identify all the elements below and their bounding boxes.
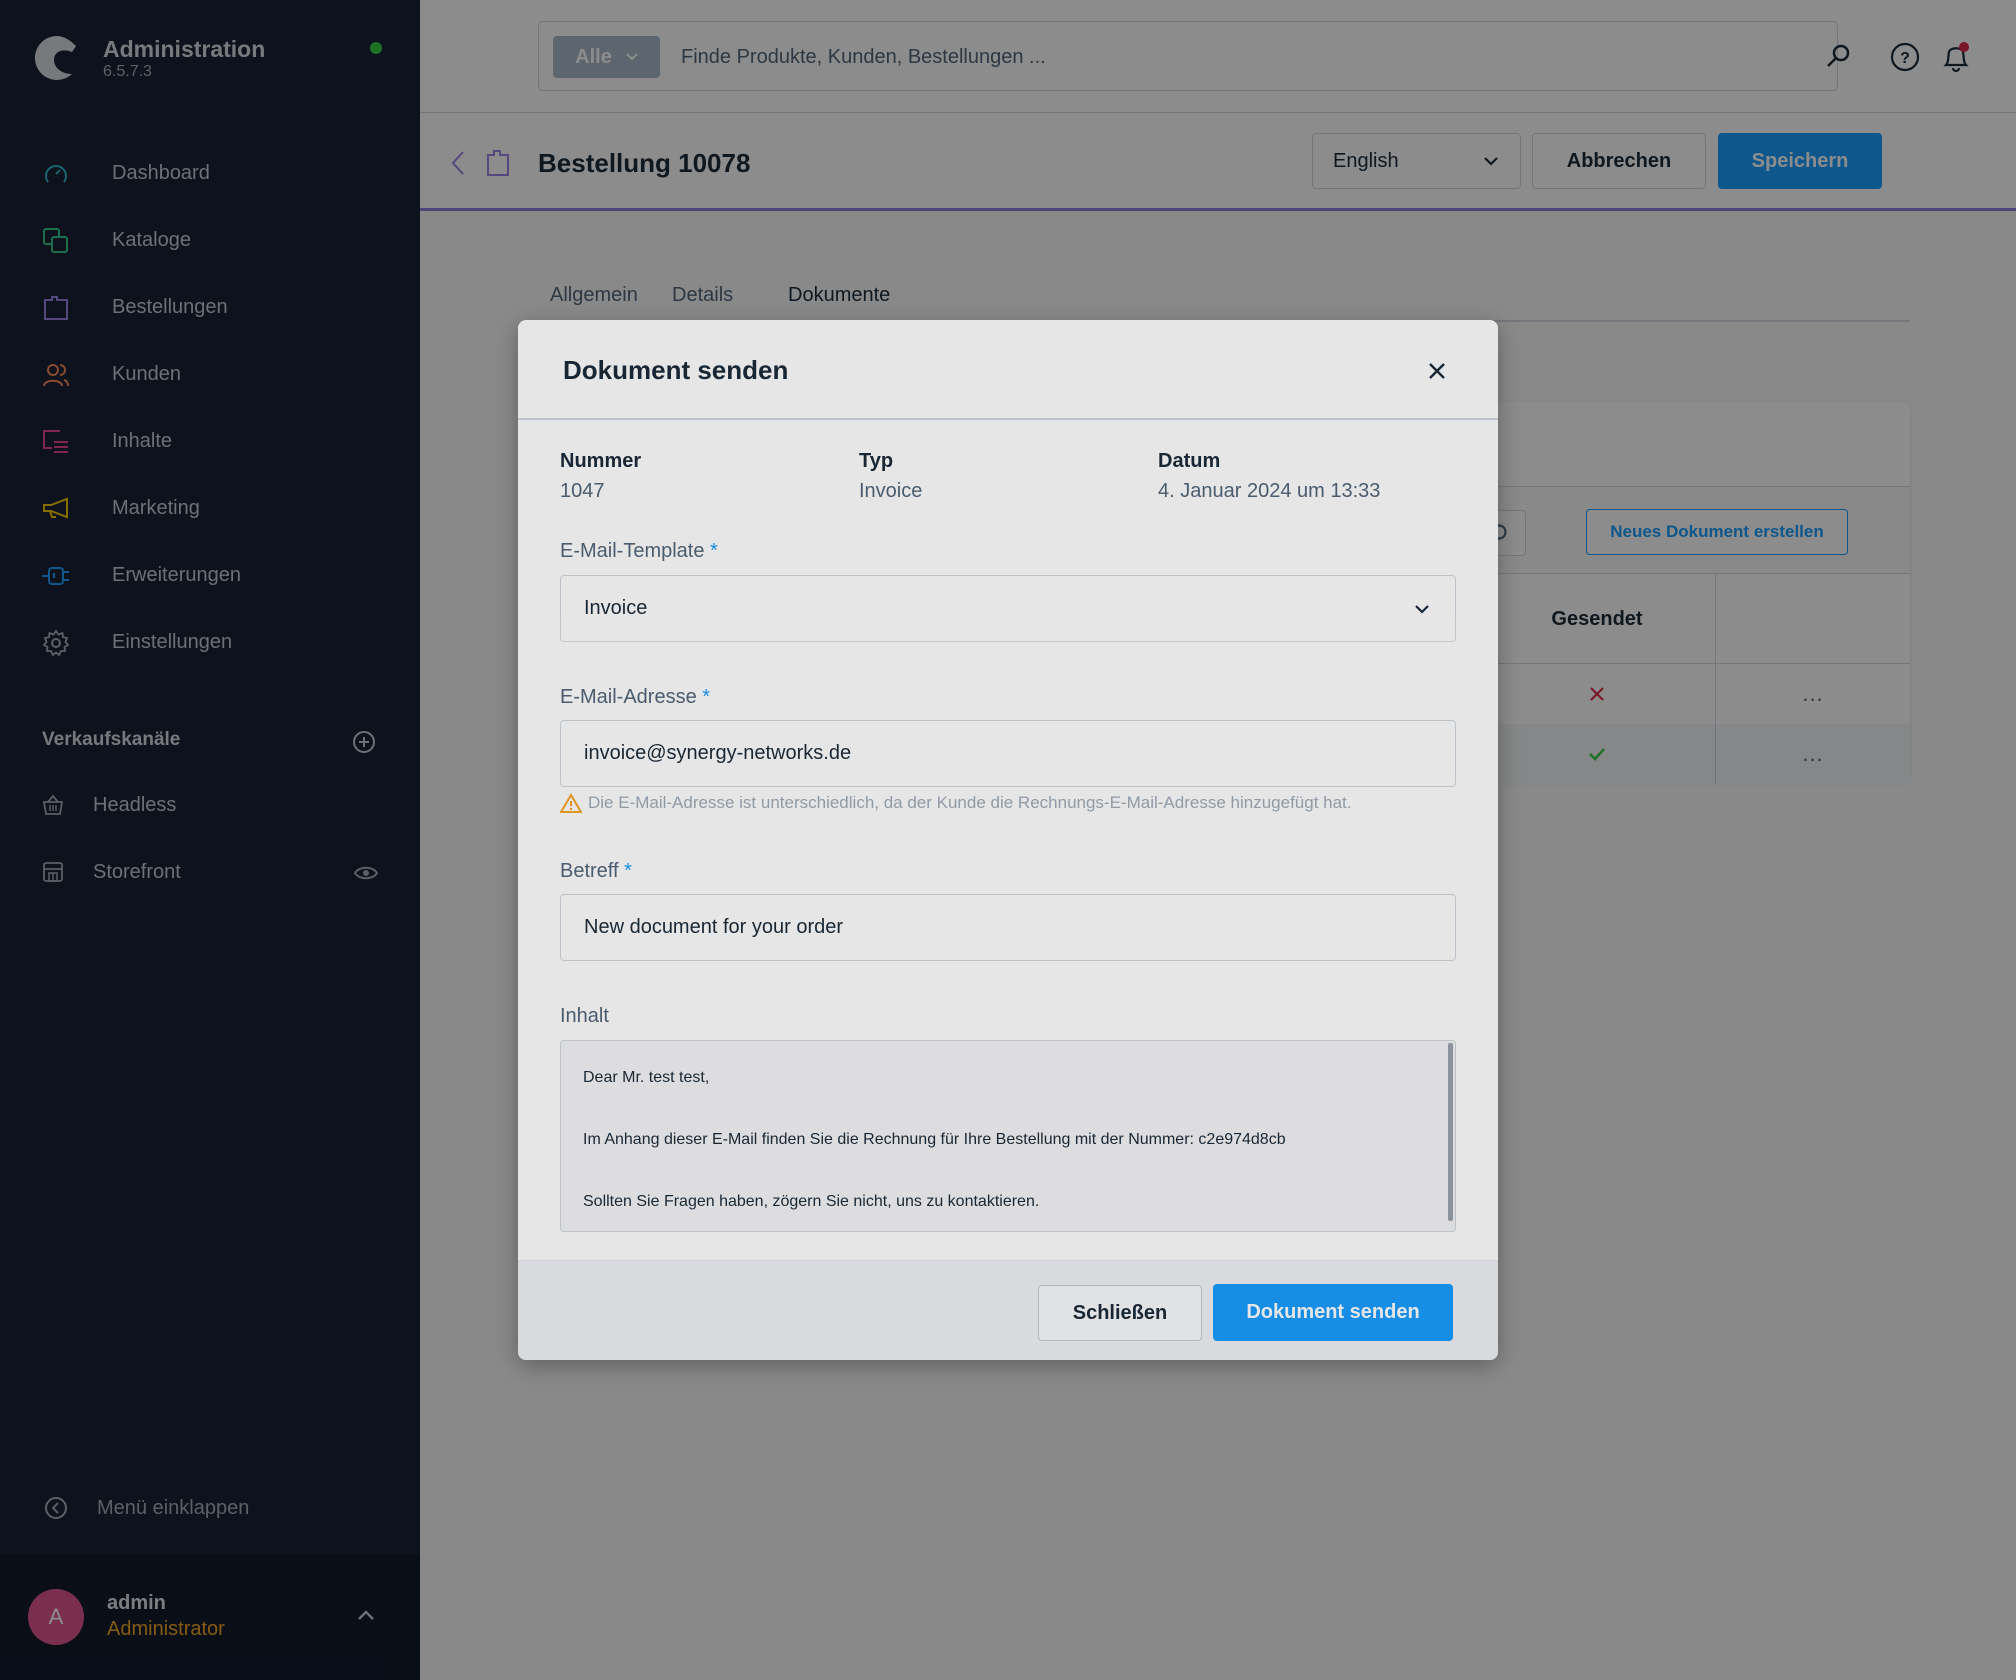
content-label: Inhalt <box>560 1005 609 1027</box>
email-template-label-text: E-Mail-Template <box>560 540 705 562</box>
modal-footer: Schließen Dokument senden <box>518 1260 1498 1360</box>
email-hint: Die E-Mail-Adresse ist unterschiedlich, … <box>560 793 1352 813</box>
required-mark: * <box>702 686 711 708</box>
content-line: Dear Mr. test test, <box>583 1069 710 1086</box>
modal-title: Dokument senden <box>563 355 789 385</box>
date-value: 4. Januar 2024 um 13:33 <box>1158 480 1381 502</box>
email-hint-text: Die E-Mail-Adresse ist unterschiedlich, … <box>588 793 1352 812</box>
required-mark: * <box>624 860 632 882</box>
close-button[interactable]: Schließen <box>1038 1285 1202 1341</box>
content-line: Sollten Sie Fragen haben, zögern Sie nic… <box>583 1193 1040 1210</box>
send-document-button[interactable]: Dokument senden <box>1213 1284 1453 1341</box>
close-icon[interactable] <box>1426 360 1448 382</box>
email-template-select[interactable]: Invoice <box>560 575 1456 642</box>
content-editor[interactable]: Dear Mr. test test, Im Anhang dieser E-M… <box>560 1040 1456 1232</box>
email-address-label: E-Mail-Adresse * <box>560 686 710 709</box>
subject-label: Betreff * <box>560 860 632 883</box>
required-mark: * <box>710 540 718 562</box>
subject-label-text: Betreff <box>560 860 619 882</box>
divider <box>518 418 1498 420</box>
send-document-modal: Dokument senden Nummer 1047 Typ Invoice … <box>518 320 1498 1360</box>
email-address-label-text: E-Mail-Adresse <box>560 686 697 708</box>
content-scrollbar[interactable] <box>1448 1043 1453 1221</box>
type-value: Invoice <box>859 480 923 502</box>
email-address-field <box>560 720 1456 787</box>
chevron-down-icon <box>1415 605 1429 614</box>
email-address-input[interactable] <box>584 742 1455 765</box>
content-line: Im Anhang dieser E-Mail finden Sie die R… <box>583 1131 1286 1148</box>
date-label: Datum <box>1158 450 1221 472</box>
type-label: Typ <box>859 450 894 472</box>
number-label: Nummer <box>560 450 642 472</box>
subject-input[interactable] <box>584 916 1455 939</box>
subject-field <box>560 894 1456 961</box>
number-value: 1047 <box>560 480 605 502</box>
warning-icon <box>560 793 582 813</box>
email-template-value: Invoice <box>584 597 648 619</box>
email-template-label: E-Mail-Template * <box>560 540 718 563</box>
